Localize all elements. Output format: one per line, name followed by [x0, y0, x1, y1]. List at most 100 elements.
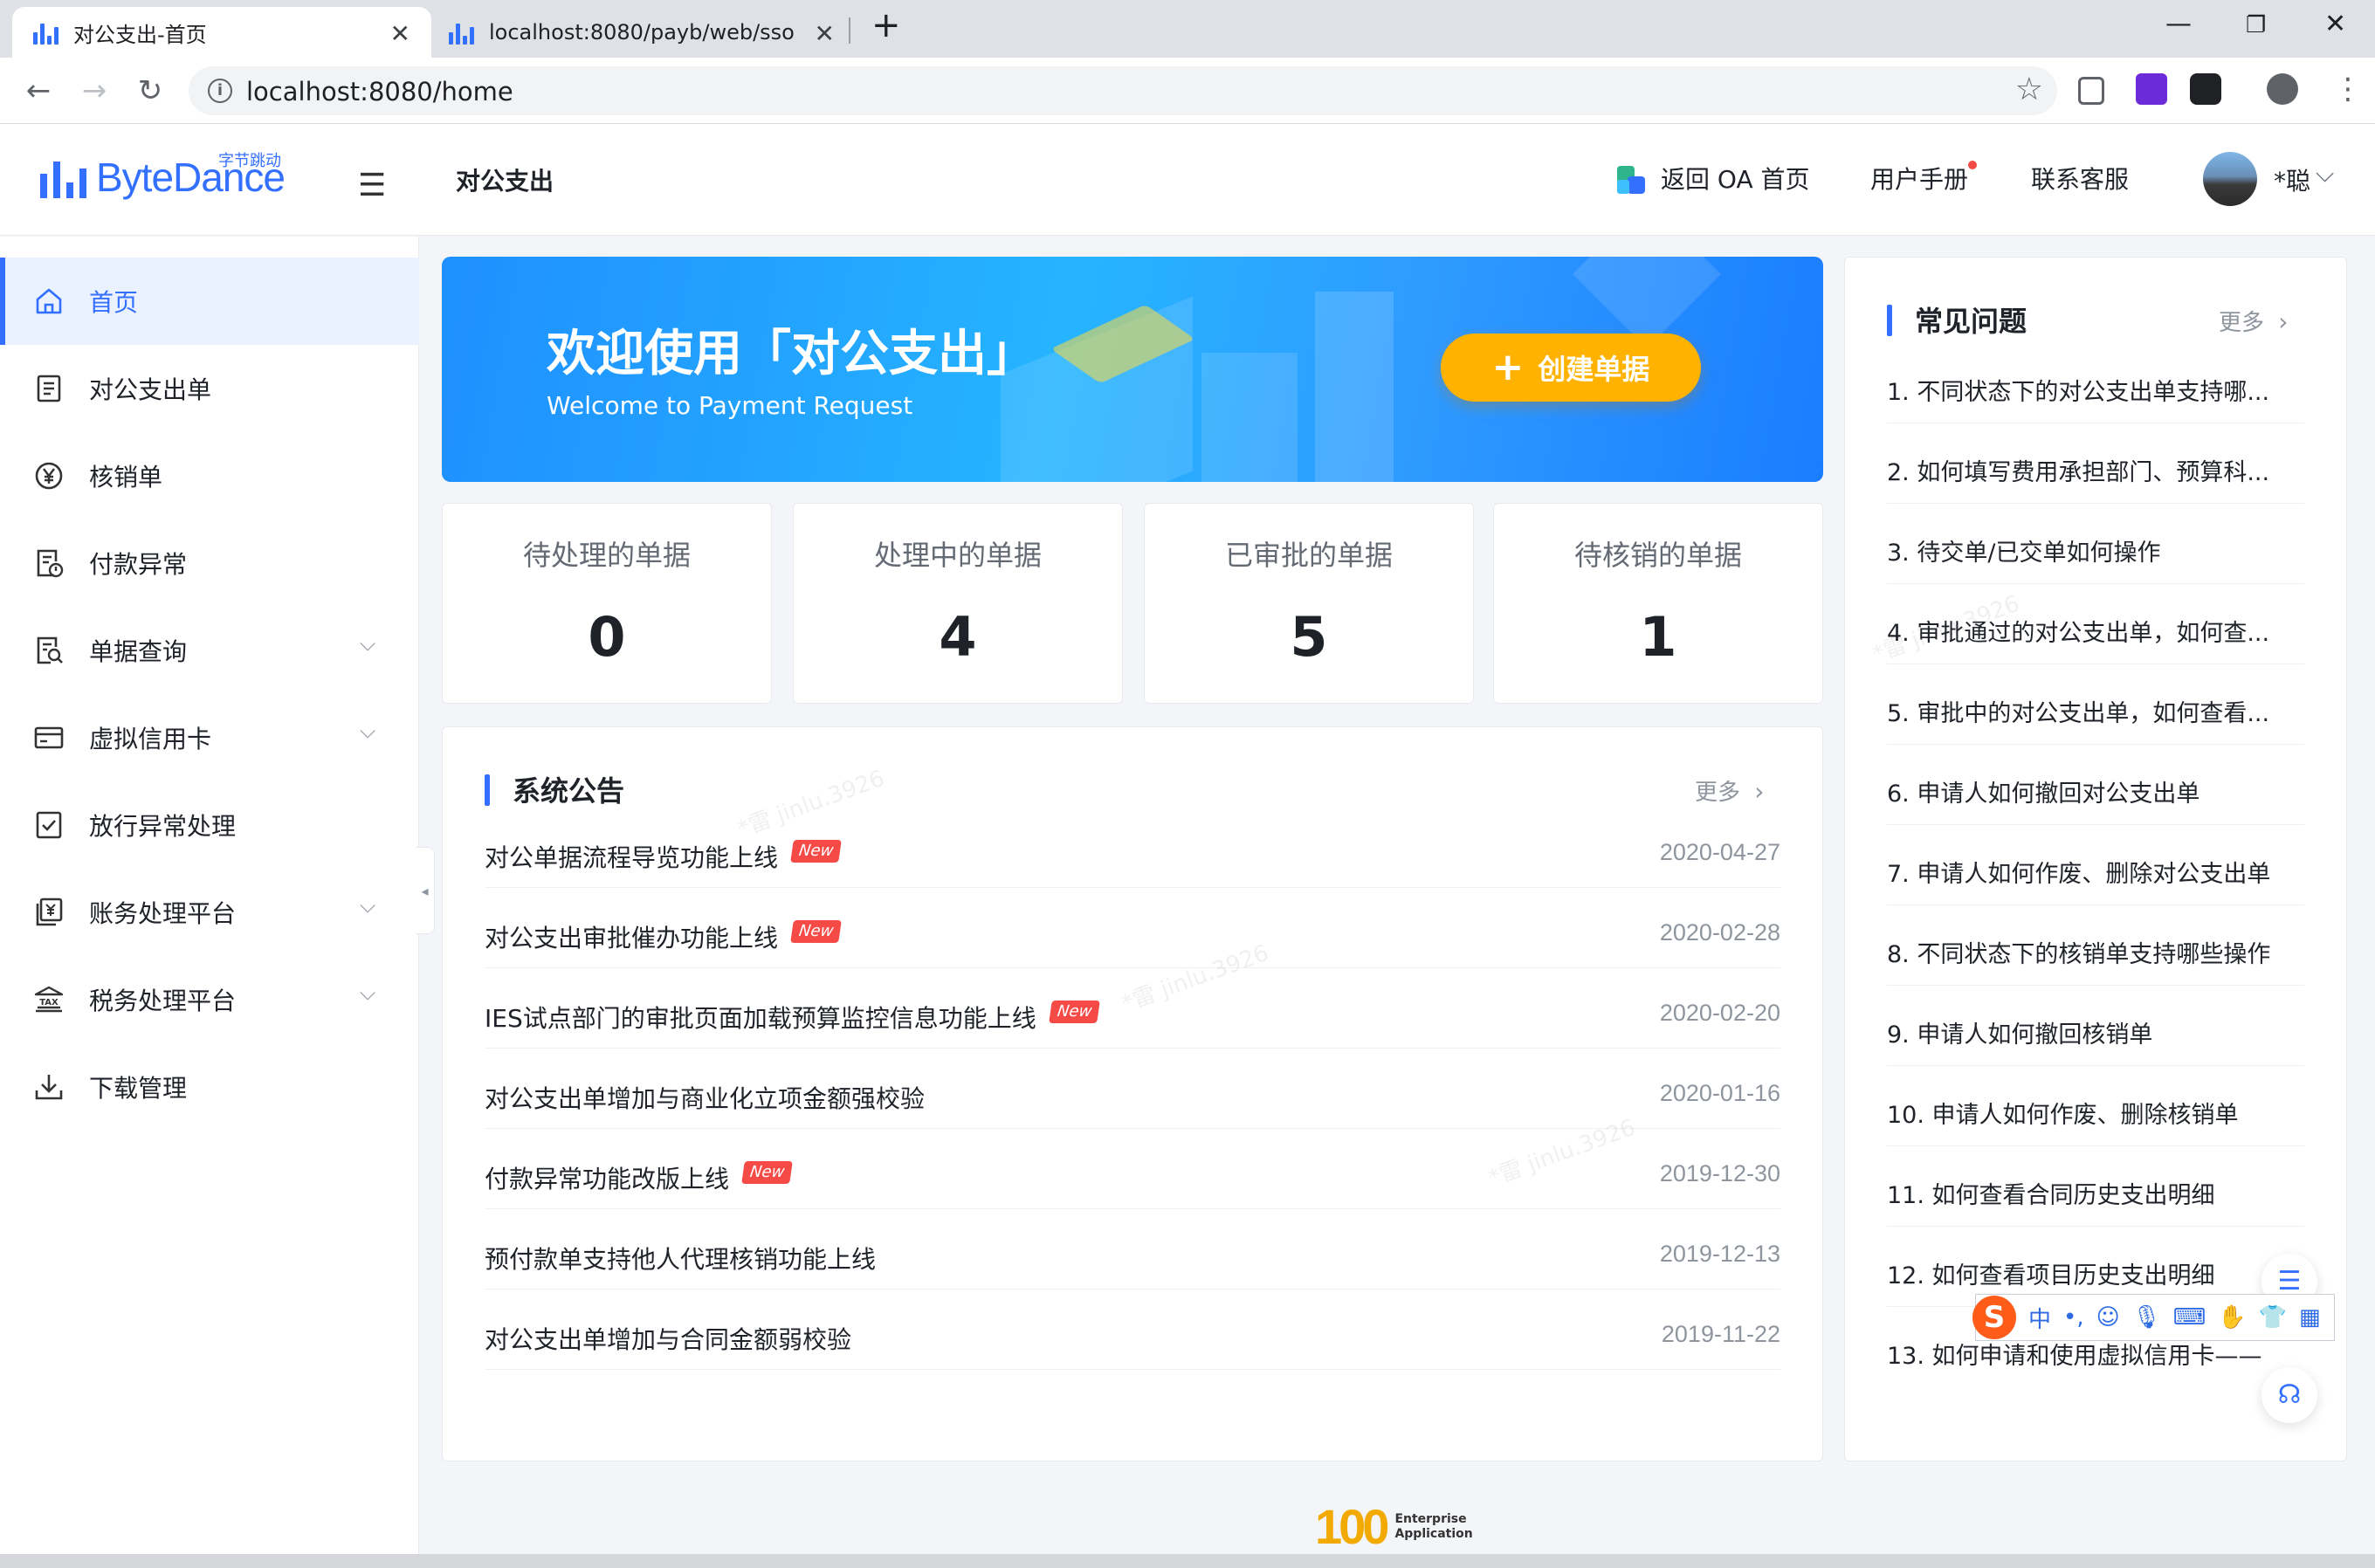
stat-card-pending-writeoff[interactable]: 待核销的单据 1: [1493, 503, 1823, 704]
new-tab-button[interactable]: +: [871, 5, 901, 45]
bookmark-star-icon[interactable]: ☆: [2015, 72, 2043, 107]
stat-value: 0: [588, 605, 626, 669]
back-arrow-icon[interactable]: ←: [21, 73, 56, 108]
stat-value: 4: [939, 605, 977, 669]
ime-toolbar: S 中 •, ☺ 🎙 ⌨ ✋ 👕 ▦: [1972, 1294, 2335, 1341]
announcement-row[interactable]: 对公支出单增加与商业化立项金额强校验 2020-01-16: [485, 1049, 1780, 1129]
profile-icon[interactable]: [2267, 73, 2298, 105]
sidebar-item-document-query[interactable]: 单据查询 ⌵: [0, 607, 419, 694]
faq-item-text: 13. 如何申请和使用虚拟信用卡——: [1887, 1343, 2262, 1370]
sidebar-item-label: 单据查询: [89, 637, 188, 666]
url-input[interactable]: i localhost:8080/home ☆: [189, 66, 2057, 115]
stat-card-processing[interactable]: 处理中的单据 4: [793, 503, 1123, 704]
sidebar-item-payment-exception[interactable]: 付款异常: [0, 519, 419, 607]
stat-card-approved[interactable]: 已审批的单据 5: [1144, 503, 1474, 704]
avatar[interactable]: [2203, 152, 2257, 206]
faq-item[interactable]: 10. 申请人如何作废、删除核销单: [1887, 1066, 2304, 1146]
chevron-down-icon: ⌵: [360, 719, 376, 743]
customer-service-headset-icon[interactable]: ☊: [2261, 1367, 2317, 1423]
sidebar-collapse-handle[interactable]: ◂: [416, 847, 435, 934]
tab-title: localhost:8080/payb/web/sso/: [489, 20, 795, 45]
faq-item[interactable]: 3. 待交单/已交单如何操作: [1887, 504, 2304, 584]
faq-item-text: 7. 申请人如何作废、删除对公支出单: [1887, 861, 2271, 888]
section-accent-bar: [1887, 305, 1892, 336]
announcements-more-link[interactable]: 更多 ›: [1695, 774, 1764, 807]
announcement-text: 预付款单支持他人代理核销功能上线: [485, 1245, 877, 1274]
extension-glasses-icon[interactable]: [2190, 73, 2221, 105]
stat-label: 待处理的单据: [522, 539, 691, 572]
toolbox-grid-icon[interactable]: ▦: [2299, 1304, 2321, 1331]
faq-item-text: 11. 如何查看合同历史支出明细: [1887, 1182, 2215, 1209]
faq-item-text: 2. 如何填写费用承担部门、预算科...: [1887, 459, 2270, 486]
back-to-oa-link[interactable]: 返回 OA 首页: [1661, 161, 1810, 196]
faq-item[interactable]: 8. 不同状态下的核销单支持哪些操作: [1887, 905, 2304, 986]
ime-mode-toggle[interactable]: 中: [2028, 1302, 2051, 1334]
faq-item[interactable]: 1. 不同状态下的对公支出单支持哪...: [1887, 343, 2304, 423]
sogou-logo-icon[interactable]: S: [1972, 1296, 2016, 1339]
user-manual-link[interactable]: 用户手册: [1870, 161, 1968, 196]
faq-item[interactable]: 11. 如何查看合同历史支出明细: [1887, 1146, 2304, 1227]
handwriting-icon[interactable]: ✋: [2218, 1304, 2246, 1331]
reload-icon[interactable]: ↻: [133, 73, 168, 108]
sidebar-item-accounting-platform[interactable]: 账务处理平台 ⌵: [0, 869, 419, 956]
bytedance-logo-icon: [40, 162, 86, 198]
sidebar-item-download[interactable]: 下载管理: [0, 1043, 419, 1131]
microphone-icon[interactable]: 🎙: [2132, 1304, 2161, 1331]
user-chevron-down-icon[interactable]: ⌵: [2316, 159, 2334, 189]
extension-rp-icon[interactable]: [2136, 73, 2167, 105]
faq-more-link[interactable]: 更多 ›: [2219, 305, 2288, 337]
close-tab-icon[interactable]: ✕: [815, 19, 835, 48]
create-document-button[interactable]: + 创建单据: [1441, 334, 1701, 402]
sidebar-item-tax-platform[interactable]: TAX 税务处理平台 ⌵: [0, 956, 419, 1043]
logo-cn-text: 字节跳动: [218, 152, 281, 170]
stat-label: 处理中的单据: [873, 539, 1042, 572]
window-close-icon[interactable]: ✕: [2324, 9, 2346, 39]
announcement-row[interactable]: 对公支出审批催办功能上线 New 2020-02-28: [485, 888, 1780, 968]
system-announcements-panel: 系统公告 更多 › 对公单据流程导览功能上线 New 2020-04-27 对公支…: [442, 726, 1823, 1461]
menu-toggle-icon[interactable]: ☰: [358, 168, 386, 203]
browser-tab-sso[interactable]: localhost:8080/payb/web/sso/ ✕: [437, 7, 847, 58]
doc-check-icon: [36, 811, 62, 839]
new-badge: New: [1048, 1001, 1100, 1023]
keyboard-icon[interactable]: ⌨: [2173, 1304, 2206, 1331]
ime-punct-toggle[interactable]: •,: [2063, 1304, 2084, 1331]
browser-menu-icon[interactable]: ⋮: [2333, 72, 2363, 107]
forward-arrow-icon[interactable]: →: [77, 73, 112, 108]
chevron-right-icon: ›: [2278, 307, 2289, 336]
sidebar-item-label: 下载管理: [89, 1074, 188, 1103]
announcement-text: 对公支出单增加与合同金额弱校验: [485, 1325, 852, 1354]
faq-item-text: 1. 不同状态下的对公支出单支持哪...: [1887, 379, 2270, 406]
faq-item[interactable]: 5. 审批中的对公支出单，如何查看...: [1887, 664, 2304, 745]
sidebar-item-writeoff[interactable]: 核销单: [0, 432, 419, 519]
announcement-row[interactable]: 对公单据流程导览功能上线 New 2020-04-27: [485, 808, 1780, 888]
skin-shirt-icon[interactable]: 👕: [2259, 1304, 2287, 1331]
announcement-text: IES试点部门的审批页面加载预算监控信息功能上线: [485, 1004, 1036, 1033]
faq-item[interactable]: 9. 申请人如何撤回核销单: [1887, 986, 2304, 1066]
sidebar-item-home[interactable]: 首页: [0, 258, 419, 345]
close-tab-icon[interactable]: ✕: [390, 19, 410, 48]
sidebar-item-label: 账务处理平台: [89, 899, 237, 928]
restore-icon[interactable]: ❐: [2246, 12, 2266, 38]
minimize-icon[interactable]: —: [2165, 9, 2192, 39]
emoji-icon[interactable]: ☺: [2096, 1304, 2120, 1331]
faq-item[interactable]: 7. 申请人如何作废、删除对公支出单: [1887, 825, 2304, 905]
yen-circle-icon: [35, 462, 63, 490]
site-info-icon[interactable]: i: [208, 79, 232, 103]
user-name[interactable]: *聪: [2274, 162, 2310, 197]
announcement-text-wrap: 付款异常功能改版上线 New: [485, 1160, 794, 1195]
doc-search-icon: [37, 636, 63, 664]
faq-item[interactable]: 2. 如何填写费用承担部门、预算科...: [1887, 423, 2304, 504]
announcement-row[interactable]: 预付款单支持他人代理核销功能上线 2019-12-13: [485, 1209, 1780, 1289]
faq-item[interactable]: 6. 申请人如何撤回对公支出单: [1887, 745, 2304, 825]
extension-c-icon[interactable]: [2078, 77, 2104, 105]
sidebar-item-payment-form[interactable]: 对公支出单: [0, 345, 419, 432]
sidebar-item-release-exception[interactable]: 放行异常处理: [0, 781, 419, 869]
browser-tab-home[interactable]: 对公支出-首页 ✕: [12, 7, 431, 58]
sidebar-item-virtual-card[interactable]: 虚拟信用卡 ⌵: [0, 694, 419, 781]
contact-support-link[interactable]: 联系客服: [2031, 161, 2129, 196]
svg-text:TAX: TAX: [39, 998, 59, 1008]
ledger-icon: [36, 897, 63, 926]
address-bar: ← → ↻ i localhost:8080/home ☆: [0, 58, 2375, 124]
stat-card-pending[interactable]: 待处理的单据 0: [442, 503, 772, 704]
announcement-row[interactable]: 对公支出单增加与合同金额弱校验 2019-11-22: [485, 1289, 1780, 1370]
